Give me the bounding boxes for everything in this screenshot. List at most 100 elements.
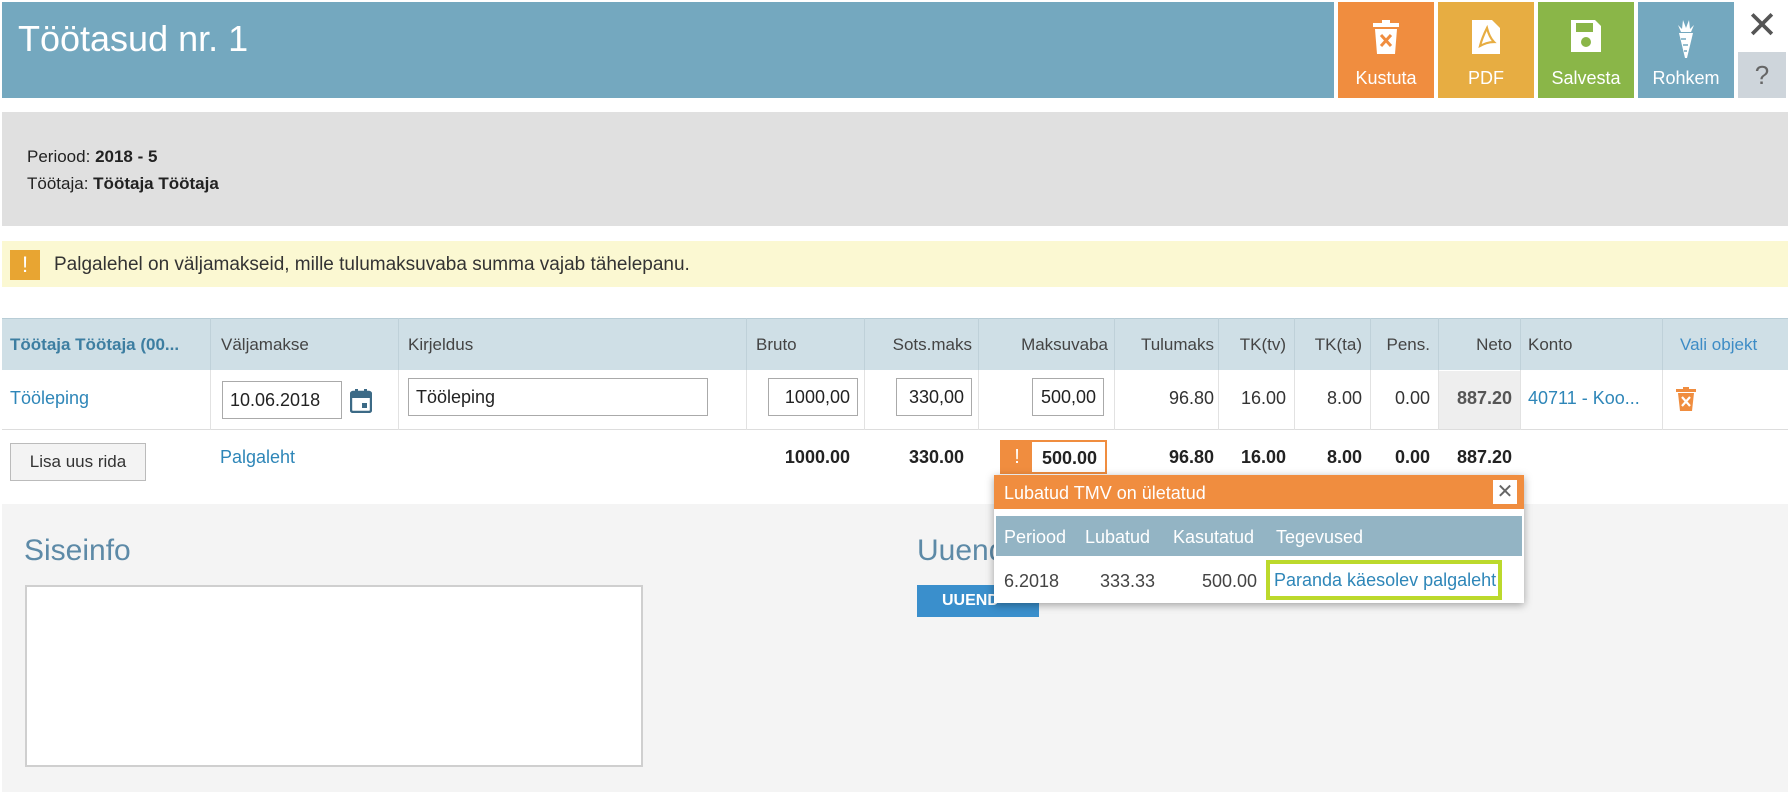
popup-column-used: Kasutatud — [1173, 527, 1255, 547]
column-maksuvaba: Maksuvaba — [1021, 335, 1108, 354]
account-link[interactable]: 40711 - Koo... — [1528, 388, 1640, 409]
delete-button-label: Kustuta — [1355, 68, 1417, 88]
header-divider — [1438, 318, 1439, 370]
popup-header: Lubatud TMV on ületatud ✕ — [994, 475, 1524, 509]
pens-value: 0.00 — [1394, 388, 1430, 408]
column-konto: Konto — [1528, 335, 1573, 354]
popup-period: 6.2018 — [1004, 571, 1060, 591]
tulumaks-value: 96.80 — [1168, 388, 1214, 408]
header-divider — [1218, 318, 1219, 370]
column-bruto: Bruto — [756, 335, 797, 354]
popup-column-actions: Tegevused — [1276, 527, 1364, 547]
period-row: Periood: 2018 - 5 — [27, 147, 157, 167]
calendar-icon[interactable] — [349, 389, 373, 418]
column-employee[interactable]: Töötaja Töötaja (00... — [10, 335, 179, 355]
select-object-link[interactable]: Vali objekt — [1680, 335, 1757, 355]
neto-value: 887.20 — [1456, 388, 1512, 408]
update-title: Uuend — [917, 534, 1006, 567]
total-pens: 0.00 — [1394, 447, 1430, 467]
pdf-icon — [1438, 20, 1534, 60]
cell-divider — [1218, 370, 1219, 430]
employee-row: Töötaja: Töötaja Töötaja — [27, 174, 219, 194]
warning-icon: ! — [1002, 442, 1032, 472]
header-divider — [1520, 318, 1521, 370]
popup-column-allowed: Lubatud — [1085, 527, 1151, 547]
row-delete-icon[interactable] — [1676, 387, 1696, 416]
pdf-button[interactable]: PDF — [1438, 2, 1534, 98]
close-icon[interactable]: ✕ — [1492, 479, 1518, 505]
column-tulumaks: Tulumaks — [1140, 335, 1214, 354]
total-neto: 887.20 — [1456, 447, 1512, 467]
period-label: Periood: — [27, 147, 91, 166]
total-tktv: 16.00 — [1240, 447, 1286, 467]
siseinfo-title: Siseinfo — [24, 534, 131, 567]
carrot-icon — [1638, 20, 1734, 60]
header-divider — [1294, 318, 1295, 370]
column-neto: Neto — [1476, 335, 1512, 354]
warning-banner: ! Palgalehel on väljamakseid, mille tulu… — [2, 241, 1788, 287]
cell-divider — [1520, 370, 1521, 430]
header-divider — [746, 318, 747, 370]
tkta-value: 8.00 — [1326, 388, 1362, 408]
employee-label: Töötaja: — [27, 174, 89, 193]
total-sots: 330.00 — [908, 447, 964, 467]
column-tkta: TK(ta) — [1314, 335, 1362, 354]
cell-divider — [864, 370, 865, 430]
fix-payslip-link[interactable]: Paranda käesolev palgaleht — [1266, 560, 1502, 600]
close-icon[interactable]: ✕ — [1738, 4, 1786, 48]
header-divider — [864, 318, 865, 370]
header-divider — [1662, 318, 1663, 370]
header-divider — [1370, 318, 1371, 370]
popup-used: 500.00 — [1202, 571, 1258, 591]
total-bruto: 1000.00 — [784, 447, 850, 467]
popup-column-period: Periood — [1004, 527, 1067, 547]
bruto-input[interactable]: 1000,00 — [768, 378, 858, 416]
popup-title: Lubatud TMV on ületatud — [1004, 483, 1206, 503]
cell-divider — [210, 370, 211, 430]
header-divider — [1114, 318, 1115, 370]
cell-divider — [1370, 370, 1371, 430]
column-tktv: TK(tv) — [1239, 335, 1286, 354]
more-button-label: Rohkem — [1652, 68, 1720, 88]
popup-table-header: Periood Lubatud Kasutatud Tegevused — [996, 516, 1522, 556]
header-divider — [398, 318, 399, 370]
tmv-popup: Lubatud TMV on ületatud ✕ Periood Lubatu… — [994, 475, 1524, 603]
employee-value: Töötaja Töötaja — [93, 174, 219, 193]
cell-divider — [1114, 370, 1115, 430]
add-row-button[interactable]: Lisa uus rida — [10, 443, 146, 481]
column-payout: Väljamakse — [221, 335, 309, 354]
payout-date-input[interactable]: 10.06.2018 — [222, 381, 342, 419]
column-sots: Sots.maks — [892, 335, 972, 354]
page-header: Töötasud nr. 1 — [2, 2, 1334, 98]
row-type-link[interactable]: Tööleping — [10, 388, 89, 409]
siseinfo-textarea[interactable] — [25, 585, 643, 767]
maksuvaba-warning[interactable]: ! 500.00 — [1000, 440, 1107, 474]
description-input[interactable]: Tööleping — [408, 378, 708, 416]
sots-input[interactable]: 330,00 — [896, 378, 972, 416]
cell-divider — [1662, 370, 1663, 430]
info-panel — [2, 112, 1788, 226]
column-pens: Pens. — [1386, 335, 1430, 354]
header-divider — [210, 318, 211, 370]
tktv-value: 16.00 — [1240, 388, 1286, 408]
save-button[interactable]: Salvesta — [1538, 2, 1634, 98]
total-maksuvaba: 500.00 — [1041, 448, 1097, 468]
delete-button[interactable]: Kustuta — [1338, 2, 1434, 98]
page-title: Töötasud nr. 1 — [18, 18, 249, 59]
more-button[interactable]: Rohkem — [1638, 2, 1734, 98]
cell-divider — [1294, 370, 1295, 430]
save-button-label: Salvesta — [1551, 68, 1621, 88]
total-tulumaks: 96.80 — [1168, 447, 1214, 467]
payslip-link[interactable]: Palgaleht — [220, 447, 295, 468]
trash-icon — [1338, 20, 1434, 60]
header-divider — [978, 318, 979, 370]
period-value: 2018 - 5 — [95, 147, 158, 166]
help-button[interactable]: ? — [1738, 52, 1786, 98]
cell-divider — [746, 370, 747, 430]
warning-icon: ! — [10, 250, 40, 280]
total-tkta: 8.00 — [1326, 447, 1362, 467]
cell-divider — [978, 370, 979, 430]
floppy-icon — [1538, 20, 1634, 60]
popup-allowed: 333.33 — [1100, 571, 1156, 591]
maksuvaba-input[interactable]: 500,00 — [1032, 378, 1104, 416]
